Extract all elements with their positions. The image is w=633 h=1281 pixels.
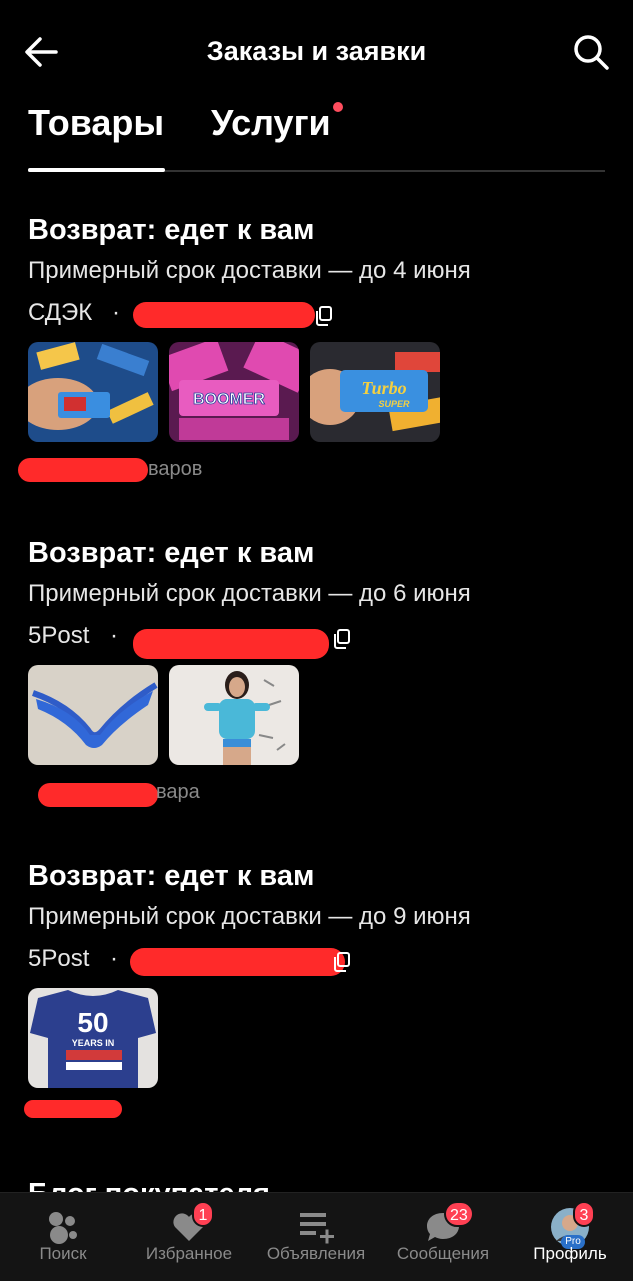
order-status: Возврат: едет к вам — [28, 537, 315, 569]
order-card[interactable]: Возврат: едет к вам Примерный срок доста… — [28, 535, 605, 807]
carrier-name: 5Post — [28, 622, 90, 649]
search-icon[interactable] — [569, 30, 613, 74]
redaction-mark — [24, 1100, 122, 1118]
product-image[interactable] — [169, 665, 299, 765]
carrier-name: СДЭК — [28, 299, 93, 326]
notification-dot — [332, 102, 343, 112]
product-thumbnails — [28, 665, 605, 765]
nav-label: Избранное — [145, 1244, 233, 1263]
items-count-text: варов — [148, 458, 203, 480]
badge-count: 1 — [192, 1201, 214, 1227]
badge-count: 23 — [444, 1201, 474, 1227]
product-image[interactable]: BOOMER — [169, 342, 299, 442]
product-image[interactable]: Turbo SUPER — [310, 342, 440, 442]
order-status: Возврат: едет к вам — [28, 214, 315, 246]
separator-dot: · — [112, 299, 120, 326]
page-title: Заказы и заявки — [206, 36, 427, 66]
nav-label: Поиск — [39, 1244, 87, 1263]
product-image[interactable]: 50 YEARS IN — [28, 988, 158, 1088]
delivery-date: Примерный срок доставки — до 6 июня — [28, 580, 471, 607]
product-image-text: SUPER — [378, 399, 410, 409]
redaction-mark — [18, 458, 148, 482]
shipping-info: 5Post · — [28, 944, 605, 976]
order-card[interactable]: Возврат: едет к вам Примерный срок доста… — [24, 858, 605, 1128]
top-bar: Заказы и заявки — [0, 0, 633, 100]
nav-label: Объявления — [266, 1244, 366, 1263]
nav-label: Сообщения — [396, 1244, 490, 1263]
nav-profile[interactable]: Pro 3 Профиль — [507, 1193, 633, 1281]
nav-search[interactable]: Поиск — [0, 1193, 126, 1281]
tab-services-label: Услуги — [211, 102, 331, 143]
delivery-date: Примерный срок доставки — до 9 июня — [28, 903, 471, 930]
product-image[interactable] — [28, 342, 158, 442]
delivery-date: Примерный срок доставки — до 4 июня — [28, 257, 471, 284]
product-image-text: 50 — [77, 1007, 108, 1038]
product-image-text: BOOMER — [193, 391, 265, 408]
shipping-info: 5Post · — [28, 621, 605, 659]
items-count — [24, 1100, 605, 1128]
bottom-navigation: Поиск 1 Избранное Объявления 23 Сообщени… — [0, 1192, 633, 1281]
product-image-text: YEARS IN — [72, 1038, 115, 1048]
add-listing-icon — [296, 1207, 336, 1247]
separator-dot: · — [110, 945, 118, 972]
separator-dot: · — [110, 622, 118, 649]
tab-services[interactable]: Услуги — [211, 102, 343, 144]
product-thumbnails: BOOMER Turbo SUPER — [28, 342, 605, 442]
nav-favorites[interactable]: 1 Избранное — [126, 1193, 252, 1281]
items-count: вара — [28, 779, 605, 807]
nav-listings[interactable]: Объявления — [253, 1193, 379, 1281]
product-image-text: Turbo — [361, 378, 406, 398]
product-image[interactable] — [28, 665, 158, 765]
carrier-name: 5Post — [28, 945, 90, 972]
product-thumbnails: 50 YEARS IN — [28, 988, 605, 1088]
nav-label: Профиль — [533, 1244, 607, 1263]
copy-icon[interactable] — [315, 304, 333, 326]
nav-messages[interactable]: 23 Сообщения — [380, 1193, 506, 1281]
order-status: Возврат: едет к вам — [28, 860, 315, 892]
tab-goods[interactable]: Товары — [28, 102, 164, 144]
redaction-mark — [130, 948, 345, 976]
tabs: Товары Услуги — [28, 100, 605, 174]
items-count: варов — [18, 456, 605, 482]
redaction-mark — [38, 783, 158, 807]
redaction-mark — [133, 302, 315, 328]
items-count-text: вара — [156, 781, 200, 803]
copy-icon[interactable] — [333, 950, 351, 972]
tab-active-indicator — [28, 168, 165, 172]
order-card[interactable]: Возврат: едет к вам Примерный срок доста… — [18, 212, 605, 482]
copy-icon[interactable] — [333, 627, 351, 649]
badge-count: 3 — [573, 1201, 595, 1227]
redaction-mark — [133, 629, 329, 659]
shipping-info: СДЭК · — [28, 298, 605, 330]
search-dots-icon — [43, 1207, 83, 1247]
